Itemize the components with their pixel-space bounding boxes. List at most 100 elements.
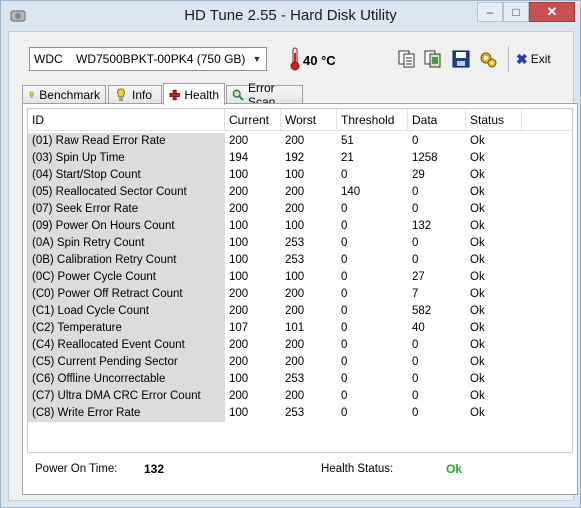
attribute-worst: 200 <box>285 339 305 351</box>
attribute-data: 0 <box>412 203 419 215</box>
tab-info[interactable]: Info <box>108 85 162 104</box>
table-row[interactable]: (C2) Temperature 107 101 0 40 Ok <box>28 320 572 337</box>
attribute-id: (C6) Offline Uncorrectable <box>28 371 225 388</box>
attribute-status: Ok <box>470 152 485 164</box>
column-header-threshold[interactable]: Threshold <box>337 109 408 131</box>
temperature-readout: 40 °C <box>303 53 336 68</box>
attribute-data: 29 <box>412 169 425 181</box>
attribute-threshold: 0 <box>341 203 348 215</box>
attribute-current: 100 <box>229 220 249 232</box>
attribute-threshold: 0 <box>341 254 348 266</box>
attribute-threshold: 0 <box>341 407 348 419</box>
attribute-worst: 200 <box>285 356 305 368</box>
tab-health[interactable]: Health <box>163 83 225 105</box>
minimize-button[interactable]: – <box>477 2 503 22</box>
table-row[interactable]: (0C) Power Cycle Count 100 100 0 27 Ok <box>28 269 572 286</box>
table-row[interactable]: (0A) Spin Retry Count 100 253 0 0 Ok <box>28 235 572 252</box>
table-row[interactable]: (C1) Load Cycle Count 200 200 0 582 Ok <box>28 303 572 320</box>
attribute-threshold: 0 <box>341 220 348 232</box>
tab-info-label: Info <box>132 88 153 102</box>
attribute-threshold: 0 <box>341 390 348 402</box>
attribute-current: 100 <box>229 407 249 419</box>
attribute-data: 0 <box>412 135 419 147</box>
tab-benchmark-label: Benchmark <box>39 88 100 102</box>
exit-button[interactable]: ✖ Exit <box>516 50 551 68</box>
minimize-icon: – <box>486 5 494 19</box>
table-row[interactable]: (C0) Power Off Retract Count 200 200 0 7 Ok <box>28 286 572 303</box>
dropdown-arrow-icon[interactable]: ▼ <box>248 48 266 70</box>
drive-select-value: WDC WD7500BPKT-00PK4 (750 GB) <box>34 52 246 66</box>
attribute-id: (C5) Current Pending Sector <box>28 354 225 371</box>
attribute-current: 200 <box>229 186 249 198</box>
attribute-current: 100 <box>229 169 249 181</box>
attribute-current: 200 <box>229 339 249 351</box>
attribute-current: 100 <box>229 373 249 385</box>
tab-error-scan[interactable]: Error Scan <box>226 81 303 109</box>
drive-select[interactable]: WDC WD7500BPKT-00PK4 (750 GB) ▼ <box>29 47 267 71</box>
attribute-data: 0 <box>412 254 419 266</box>
attribute-worst: 101 <box>285 322 305 334</box>
table-row[interactable]: (C4) Reallocated Event Count 200 200 0 0 Ok <box>28 337 572 354</box>
column-header-id[interactable]: ID <box>28 109 225 131</box>
table-row[interactable]: (09) Power On Hours Count 100 100 0 132 Ok <box>28 218 572 235</box>
attribute-id: (01) Raw Read Error Rate <box>28 133 225 150</box>
table-row[interactable]: (C5) Current Pending Sector 200 200 0 0 Ok <box>28 354 572 371</box>
attribute-id: (07) Seek Error Rate <box>28 201 225 218</box>
attribute-threshold: 0 <box>341 237 348 249</box>
column-header-current[interactable]: Current <box>225 109 281 131</box>
tab-benchmark[interactable]: Benchmark <box>22 85 106 104</box>
attribute-worst: 100 <box>285 220 305 232</box>
column-header-worst[interactable]: Worst <box>281 109 337 131</box>
attribute-worst: 200 <box>285 203 305 215</box>
power-on-time-label: Power On Time: <box>35 463 118 475</box>
attribute-id: (0C) Power Cycle Count <box>28 269 225 286</box>
table-row[interactable]: (04) Start/Stop Count 100 100 0 29 Ok <box>28 167 572 184</box>
attribute-worst: 200 <box>285 288 305 300</box>
attribute-current: 100 <box>229 237 249 249</box>
table-row[interactable]: (C7) Ultra DMA CRC Error Count 200 200 0 0 Ok <box>28 388 572 405</box>
attribute-worst: 200 <box>285 186 305 198</box>
client-area: WDC WD7500BPKT-00PK4 (750 GB) ▼ 40 °C ✖ … <box>8 31 578 501</box>
attribute-worst: 253 <box>285 254 305 266</box>
health-cross-icon <box>169 89 180 100</box>
table-row[interactable]: (07) Seek Error Rate 200 200 0 0 Ok <box>28 201 572 218</box>
attribute-status: Ok <box>470 186 485 198</box>
save-icon[interactable] <box>451 49 471 69</box>
attribute-data: 0 <box>412 237 419 249</box>
attribute-threshold: 0 <box>341 305 348 317</box>
attribute-current: 107 <box>229 322 249 334</box>
title-bar[interactable]: HD Tune 2.55 - Hard Disk Utility – □ ✕ <box>1 1 580 31</box>
attribute-worst: 200 <box>285 390 305 402</box>
copy-text-icon[interactable] <box>397 49 417 69</box>
attribute-data: 0 <box>412 390 419 402</box>
attribute-data: 132 <box>412 220 432 232</box>
column-header-data[interactable]: Data <box>408 109 466 131</box>
attribute-data: 27 <box>412 271 425 283</box>
table-row[interactable]: (01) Raw Read Error Rate 200 200 51 0 Ok <box>28 133 572 150</box>
attribute-worst: 100 <box>285 169 305 181</box>
smart-attributes-table[interactable]: ID Current Worst Threshold Data Status (… <box>27 108 573 453</box>
attribute-threshold: 51 <box>341 135 354 147</box>
attribute-threshold: 0 <box>341 169 348 181</box>
attribute-id: (0B) Calibration Retry Count <box>28 252 225 269</box>
close-button[interactable]: ✕ <box>529 2 575 22</box>
maximize-icon: □ <box>512 5 520 19</box>
table-row[interactable]: (03) Spin Up Time 194 192 21 1258 Ok <box>28 150 572 167</box>
table-row[interactable]: (0B) Calibration Retry Count 100 253 0 0 Ok <box>28 252 572 269</box>
column-header-status[interactable]: Status <box>466 109 522 131</box>
options-icon[interactable] <box>478 49 498 69</box>
table-row[interactable]: (C8) Write Error Rate 100 253 0 0 Ok <box>28 405 572 422</box>
health-panel: ID Current Worst Threshold Data Status (… <box>22 103 578 495</box>
attribute-id: (C0) Power Off Retract Count <box>28 286 225 303</box>
table-row[interactable]: (C6) Offline Uncorrectable 100 253 0 0 Ok <box>28 371 572 388</box>
table-row[interactable]: (05) Reallocated Sector Count 200 200 140 0 O… <box>28 184 572 201</box>
attribute-id: (C1) Load Cycle Count <box>28 303 225 320</box>
thermometer-icon <box>290 47 300 71</box>
attribute-threshold: 0 <box>341 271 348 283</box>
attribute-id: (C8) Write Error Rate <box>28 405 225 422</box>
exit-icon: ✖ <box>516 50 528 67</box>
close-icon: ✕ <box>546 4 558 19</box>
maximize-button[interactable]: □ <box>503 2 529 22</box>
copy-screenshot-icon[interactable] <box>423 49 443 69</box>
attribute-threshold: 140 <box>341 186 361 198</box>
